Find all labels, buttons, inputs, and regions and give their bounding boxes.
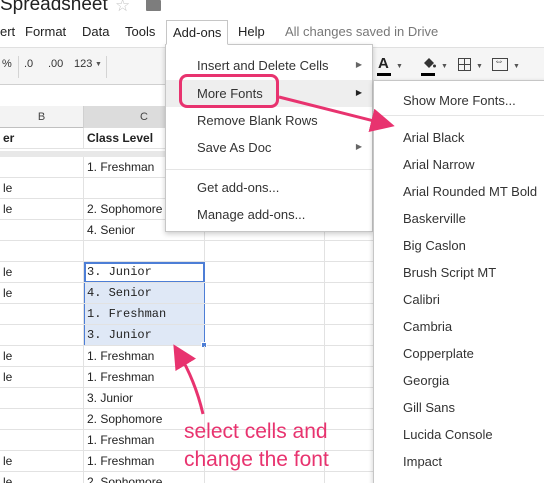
more-fonts-submenu: Show More Fonts... Arial Black Arial Nar…	[373, 80, 544, 483]
table-cell[interactable]	[0, 304, 84, 325]
table-cell[interactable]	[205, 304, 325, 325]
menu-item-label: Get add-ons...	[197, 180, 280, 195]
add-ons-menu: Insert and Delete Cells ▶ More Fonts ▶ R…	[165, 44, 373, 232]
menu-item-get-add-ons[interactable]: Get add-ons...	[166, 174, 372, 201]
more-formats-button[interactable]: 123	[74, 58, 92, 70]
merge-cells-icon[interactable]	[492, 56, 508, 71]
chevron-down-icon[interactable]: ▼	[513, 63, 520, 70]
table-cell[interactable]: 3. Junior	[84, 388, 205, 409]
table-cell[interactable]	[0, 157, 84, 178]
table-cell[interactable]: 3. Junior	[84, 325, 205, 346]
table-cell[interactable]: 1. Freshman	[84, 346, 205, 367]
menu-item-label: Remove Blank Rows	[197, 113, 318, 128]
table-cell[interactable]	[205, 346, 325, 367]
menu-item-label: Save As Doc	[197, 140, 272, 155]
font-option[interactable]: Arial Black	[374, 125, 544, 152]
show-more-fonts-item[interactable]: Show More Fonts...	[374, 88, 544, 115]
table-cell[interactable]	[205, 325, 325, 346]
table-cell[interactable]: le	[0, 367, 84, 388]
menu-add-ons[interactable]: Add-ons	[166, 20, 229, 45]
table-cell[interactable]: 1. Freshman	[84, 367, 205, 388]
document-title[interactable]: Spreadsheet	[0, 0, 108, 16]
font-option[interactable]: Lucida Console	[374, 422, 544, 449]
menu-item-remove-blank-rows[interactable]: Remove Blank Rows	[166, 107, 372, 134]
font-option[interactable]: Brush Script MT	[374, 260, 544, 287]
title-bar: Spreadsheet ☆	[0, 0, 544, 20]
star-icon[interactable]: ☆	[115, 0, 130, 16]
table-cell[interactable]	[0, 409, 84, 430]
chevron-down-icon[interactable]: ▼	[396, 63, 403, 70]
menu-item-manage-add-ons[interactable]: Manage add-ons...	[166, 201, 372, 228]
chevron-down-icon[interactable]: ▼	[476, 63, 483, 70]
menu-help[interactable]: Help	[238, 24, 265, 39]
table-cell[interactable]: le	[0, 283, 84, 304]
table-cell[interactable]: le	[0, 346, 84, 367]
font-option[interactable]: Impact	[374, 449, 544, 476]
table-cell[interactable]: le	[0, 199, 84, 220]
font-option[interactable]: Arial Rounded MT Bold	[374, 179, 544, 206]
menu-divider	[166, 169, 372, 170]
submenu-arrow-icon: ▶	[355, 88, 362, 97]
submenu-arrow-icon: ▶	[355, 60, 362, 69]
menu-tools[interactable]: Tools	[125, 24, 155, 39]
text-color-swatch	[377, 73, 391, 76]
table-cell[interactable]	[205, 241, 325, 262]
menu-item-save-as-doc[interactable]: Save As Doc ▶	[166, 134, 372, 161]
font-option[interactable]: Big Caslon	[374, 233, 544, 260]
table-cell[interactable]: 1. Freshman	[84, 304, 205, 325]
table-cell[interactable]: le	[0, 262, 84, 283]
table-cell[interactable]	[0, 388, 84, 409]
table-cell[interactable]: le	[0, 472, 84, 483]
font-option[interactable]: Baskerville	[374, 206, 544, 233]
table-cell[interactable]: 3. Junior	[84, 262, 205, 283]
fill-color-icon[interactable]	[422, 57, 436, 70]
column-header-b[interactable]: B	[0, 106, 84, 128]
menu-data[interactable]: Data	[82, 24, 109, 39]
table-cell[interactable]	[0, 430, 84, 451]
decrease-decimals-button[interactable]: .0	[24, 58, 33, 70]
table-cell[interactable]: 4. Senior	[84, 283, 205, 304]
toolbar-divider	[106, 56, 107, 78]
annotation-text: select cells and change the font	[184, 418, 329, 474]
fill-color-swatch	[421, 73, 435, 76]
table-cell[interactable]	[205, 283, 325, 304]
table-cell[interactable]: le	[0, 451, 84, 472]
annotation-line: select cells and	[184, 420, 328, 443]
table-cell[interactable]	[0, 325, 84, 346]
folder-icon[interactable]	[146, 0, 161, 11]
text-color-button[interactable]: A	[378, 55, 389, 72]
table-cell[interactable]	[84, 241, 205, 262]
menu-format[interactable]: Format	[25, 24, 66, 39]
font-option[interactable]: Copperplate	[374, 341, 544, 368]
menu-insert[interactable]: ert	[0, 24, 15, 39]
font-option[interactable]: Arial Narrow	[374, 152, 544, 179]
menu-item-label: Insert and Delete Cells	[197, 58, 329, 73]
font-option[interactable]: Georgia	[374, 368, 544, 395]
save-status: All changes saved in Drive	[285, 24, 439, 39]
annotation-highlight-box	[179, 74, 279, 108]
percent-format-button[interactable]: %	[2, 58, 12, 70]
annotation-line: change the font	[184, 448, 329, 471]
borders-icon[interactable]	[458, 58, 471, 71]
table-cell[interactable]	[205, 262, 325, 283]
chevron-down-icon[interactable]: ▼	[441, 63, 448, 70]
increase-decimals-button[interactable]: .00	[48, 58, 63, 70]
submenu-arrow-icon: ▶	[355, 142, 362, 151]
menu-item-label: Manage add-ons...	[197, 207, 306, 222]
chevron-down-icon: ▼	[95, 61, 102, 68]
table-cell[interactable]: er	[0, 128, 84, 149]
menu-divider	[374, 115, 544, 116]
table-cell[interactable]	[205, 367, 325, 388]
font-option[interactable]: Gill Sans	[374, 395, 544, 422]
table-cell[interactable]: le	[0, 178, 84, 199]
font-option[interactable]: Cambria	[374, 314, 544, 341]
toolbar-divider	[18, 56, 19, 78]
table-cell[interactable]	[0, 241, 84, 262]
font-option[interactable]: Calibri	[374, 287, 544, 314]
table-cell[interactable]	[0, 220, 84, 241]
menu-bar: ert Format Data Tools Add-ons Help	[0, 20, 544, 45]
table-cell[interactable]	[205, 388, 325, 409]
